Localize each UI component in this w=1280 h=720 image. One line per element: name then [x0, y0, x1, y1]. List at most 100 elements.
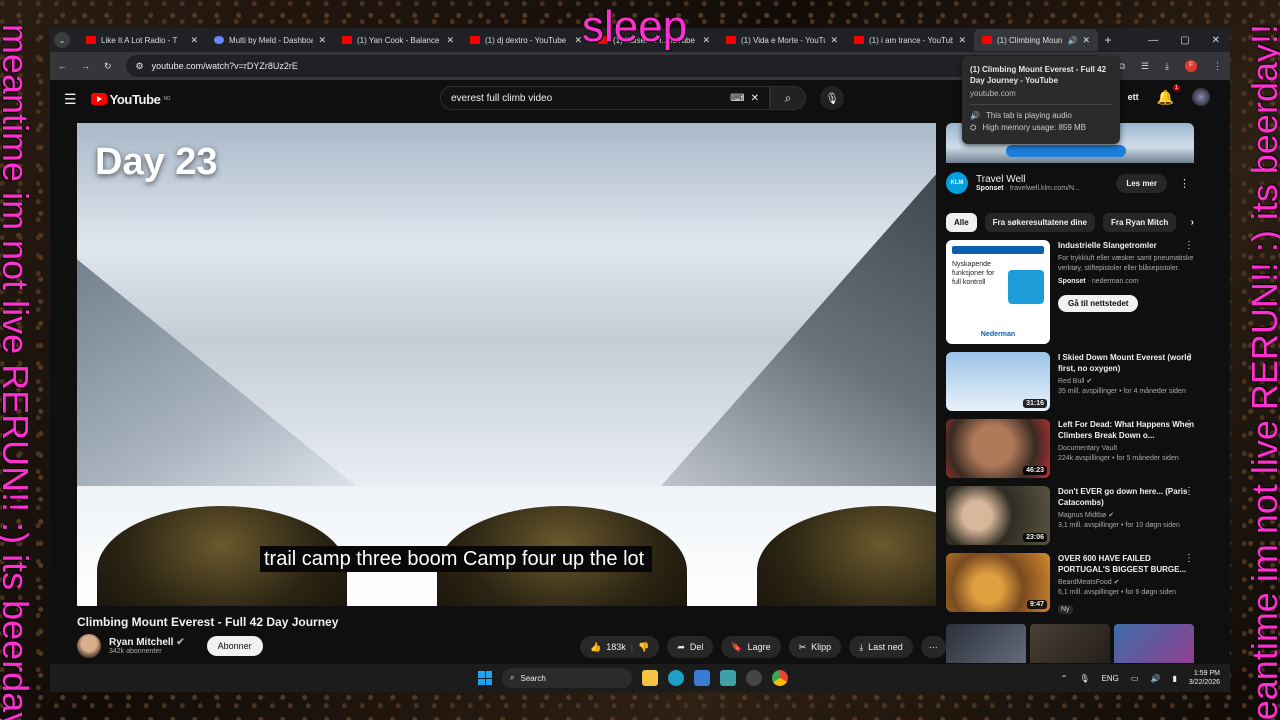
- back-icon[interactable]: ←: [58, 61, 67, 71]
- mic-icon[interactable]: 🎙: [1079, 674, 1089, 683]
- new-badge: Ny: [1058, 605, 1073, 614]
- list-item[interactable]: 31:16 I Skied Down Mount Everest (world …: [946, 352, 1194, 411]
- language-indicator[interactable]: ENG: [1102, 674, 1119, 683]
- more-icon[interactable]: ⋮: [1184, 553, 1194, 564]
- next-thumbnails[interactable]: [946, 624, 1194, 663]
- thumbs-down-icon[interactable]: 👎: [638, 642, 649, 653]
- sponsored-video[interactable]: Nyskapende funksjoner for full kontroll …: [946, 240, 1194, 344]
- search-button[interactable]: ⌕: [770, 86, 806, 110]
- learn-more-button[interactable]: Les mer: [1116, 173, 1167, 193]
- system-clock[interactable]: 1:59 PM 3/22/2026: [1189, 669, 1220, 687]
- tab-3[interactable]: (1) dj dextro - YouTube ✕: [462, 29, 590, 51]
- list-item[interactable]: 46:23 Left For Dead: What Happens When C…: [946, 419, 1194, 478]
- account-avatar[interactable]: [1192, 88, 1210, 106]
- video-thumbnail: 9:47: [946, 553, 1050, 612]
- more-icon[interactable]: ⋮: [1184, 352, 1194, 363]
- close-icon[interactable]: ✕: [318, 35, 326, 46]
- create-button[interactable]: ett: [1128, 92, 1139, 102]
- forward-icon[interactable]: →: [81, 61, 90, 71]
- speaker-icon[interactable]: 🔊: [1067, 36, 1077, 45]
- overlay-sleep-text: sleep: [582, 2, 688, 51]
- close-window-icon[interactable]: ✕: [1212, 35, 1220, 46]
- site-info-icon[interactable]: ⚙: [136, 61, 144, 72]
- maximize-icon[interactable]: ▢: [1180, 35, 1189, 46]
- close-icon[interactable]: ✕: [190, 35, 198, 46]
- profile-avatar[interactable]: F: [1185, 60, 1197, 72]
- close-icon[interactable]: ✕: [446, 35, 454, 46]
- notification-badge: 1: [1172, 84, 1180, 91]
- edge-icon[interactable]: [668, 670, 684, 686]
- chip-all[interactable]: Alle: [946, 213, 977, 232]
- obs-icon[interactable]: [746, 670, 762, 686]
- tab-2[interactable]: (1) Yan Cook - Balance - Y✕: [334, 29, 462, 51]
- menu-icon[interactable]: ⋮: [1213, 61, 1222, 72]
- hamburger-icon[interactable]: ☰: [64, 91, 77, 108]
- memory-icon: ⛭: [970, 123, 977, 132]
- more-icon[interactable]: ⋮: [1184, 486, 1194, 497]
- store-icon[interactable]: [694, 670, 710, 686]
- tab-0[interactable]: Like It A Lot Radio - T ✕: [78, 29, 206, 51]
- clip-button[interactable]: ✂ Klipp: [788, 636, 842, 658]
- youtube-logo[interactable]: YouTube NO: [90, 92, 171, 107]
- file-explorer-icon[interactable]: [642, 670, 658, 686]
- window-controls: — ▢ ✕: [1148, 35, 1230, 46]
- subscriber-count: 342k abonnenter: [109, 648, 162, 655]
- search-icon: ⌕: [510, 673, 515, 682]
- windows-start-icon[interactable]: [478, 671, 492, 685]
- like-button[interactable]: 👍 183k | 👎: [580, 636, 660, 658]
- reload-icon[interactable]: ↻: [104, 61, 112, 72]
- tab-1[interactable]: Multi by Meld - Dashboa ✕: [206, 29, 334, 51]
- chip-from-search[interactable]: Fra søkeresultatene dine: [984, 213, 1095, 232]
- close-icon[interactable]: ✕: [574, 35, 582, 46]
- tab-search-icon[interactable]: ⌄: [54, 32, 70, 48]
- reading-list-icon[interactable]: ☰: [1141, 61, 1149, 72]
- list-item[interactable]: 23:06 Don't EVER go down here... (Paris …: [946, 486, 1194, 545]
- chrome-icon[interactable]: [772, 670, 788, 686]
- battery-icon[interactable]: ▮: [1172, 674, 1176, 683]
- search-input[interactable]: everest full climb video ⌨ ✕: [440, 86, 770, 110]
- app-icon[interactable]: [720, 670, 736, 686]
- channel-name[interactable]: Ryan Mitchell ✔: [109, 637, 185, 648]
- tab-6[interactable]: (1) i am trance - YouTube ✕: [846, 29, 974, 51]
- more-icon[interactable]: ⋮: [1184, 240, 1194, 251]
- system-tray: ⌃ 🎙 ENG ▭ 🔊 ▮ 1:59 PM 3/22/2026: [1061, 669, 1220, 687]
- tab-7-active[interactable]: (1) Climbing Mount E🔊✕: [974, 29, 1098, 51]
- chip-from-channel[interactable]: Fra Ryan Mitch: [1102, 213, 1177, 232]
- downloads-icon[interactable]: ⤓: [1165, 61, 1169, 72]
- network-icon[interactable]: ▭: [1131, 674, 1139, 683]
- video-player[interactable]: Day 23 trail camp three boom Camp four u…: [77, 123, 936, 606]
- more-icon[interactable]: ⋮: [1184, 419, 1194, 430]
- close-icon[interactable]: ✕: [958, 35, 966, 46]
- url-field[interactable]: ⚙ youtube.com/watch?v=rDYZr8Uz2rE: [125, 55, 1105, 77]
- volume-icon[interactable]: 🔊: [1150, 674, 1160, 683]
- subscribe-button[interactable]: Abonner: [206, 636, 263, 656]
- minimize-icon[interactable]: —: [1148, 35, 1158, 46]
- voice-search-button[interactable]: 🎙: [820, 86, 844, 110]
- keyboard-icon[interactable]: ⌨: [730, 93, 744, 104]
- tab-5[interactable]: (1) Vida e Morte - YouTub ✕: [718, 29, 846, 51]
- notifications-button[interactable]: 🔔 1: [1157, 84, 1180, 106]
- mic-icon: 🎙: [825, 92, 839, 105]
- verified-icon: ✔: [176, 637, 185, 648]
- video-title: Climbing Mount Everest - Full 42 Day Jou…: [77, 615, 339, 629]
- youtube-icon: [470, 36, 480, 44]
- list-item[interactable]: 9:47 OVER 600 HAVE FAILED PORTUGAL'S BIG…: [946, 553, 1194, 616]
- visit-site-button[interactable]: Gå til nettstedet: [1058, 295, 1139, 312]
- tab-hover-card: (1) Climbing Mount Everest - Full 42 Day…: [962, 56, 1120, 144]
- chevron-up-icon[interactable]: ⌃: [1061, 674, 1068, 683]
- sponsored-ad[interactable]: KLM Travel Well Sponset · travelwell.klm…: [946, 163, 1194, 203]
- taskbar-search[interactable]: ⌕ Search: [502, 668, 632, 688]
- chevron-right-icon[interactable]: ›: [1191, 217, 1194, 228]
- new-tab-button[interactable]: +: [1098, 33, 1118, 47]
- channel-avatar[interactable]: [77, 634, 101, 658]
- verified-icon: ✔: [1086, 378, 1093, 385]
- ad-menu-icon[interactable]: ⋮: [1175, 177, 1194, 190]
- close-icon[interactable]: ✕: [1082, 35, 1090, 46]
- more-actions-button[interactable]: ⋯: [920, 636, 946, 658]
- save-button[interactable]: 🔖 Lagre: [721, 636, 781, 658]
- share-button[interactable]: ➦ Del: [667, 636, 714, 658]
- download-button[interactable]: ⤓ Last ned: [849, 636, 913, 658]
- clear-search-icon[interactable]: ✕: [751, 93, 759, 104]
- close-icon[interactable]: ✕: [830, 35, 838, 46]
- close-icon[interactable]: ✕: [702, 35, 710, 46]
